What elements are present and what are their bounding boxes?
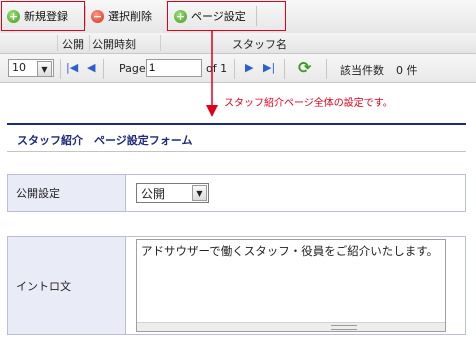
result-count-value: 0 件 xyxy=(396,64,418,77)
intro-textarea[interactable]: アドサウザーで働くスタッフ・役員をご紹介いたします。 xyxy=(136,239,446,332)
refresh-icon[interactable]: ⟳ xyxy=(298,58,311,77)
column-header-staff-name[interactable]: スタッフ名 xyxy=(232,36,287,52)
delete-icon: − xyxy=(91,9,104,23)
form-title: スタッフ紹介 ページ設定フォーム xyxy=(17,134,193,147)
page-size-value: 10 xyxy=(12,61,26,74)
pager-separator xyxy=(326,59,327,79)
pager-separator xyxy=(60,59,61,79)
form-header: スタッフ紹介 ページ設定フォーム xyxy=(7,123,466,152)
last-page-icon[interactable]: ▶| xyxy=(263,59,275,77)
intro-text-label: イントロ文 xyxy=(16,279,71,293)
toolbar-separator xyxy=(85,6,86,26)
publish-select[interactable]: 公開 ▼ xyxy=(136,183,209,203)
chevron-down-icon: ▼ xyxy=(37,61,52,77)
page-size-select[interactable]: 10 ▼ xyxy=(8,59,54,77)
column-header-publish[interactable]: 公開 xyxy=(62,36,84,52)
delete-selected-button[interactable]: − 選択削除 xyxy=(87,4,165,28)
annotation-arrow xyxy=(206,31,218,117)
column-header-publish-time[interactable]: 公開時刻 xyxy=(92,36,136,52)
page-settings-highlight xyxy=(167,1,286,31)
pager: 10 ▼ |◀ ◀ Page of 1 ▶ ▶| ⟳ 該当件数 0 件 xyxy=(0,54,476,83)
resize-grip-icon xyxy=(331,325,357,330)
page-label: Page xyxy=(119,62,146,75)
pager-separator xyxy=(103,59,104,79)
intro-text-label-cell: イントロ文 xyxy=(7,236,126,335)
chevron-down-icon: ▼ xyxy=(192,185,207,201)
grid-header: 公開 公開時刻 スタッフ名 xyxy=(0,33,476,54)
publish-setting-label: 公開設定 xyxy=(16,187,60,200)
publish-setting-label-cell: 公開設定 xyxy=(7,174,126,212)
intro-textarea-value: アドサウザーで働くスタッフ・役員をご紹介いたします。 xyxy=(141,244,439,258)
current-page-input[interactable] xyxy=(146,59,202,77)
next-page-icon[interactable]: ▶ xyxy=(245,59,253,77)
column-separator xyxy=(57,35,58,51)
new-button-highlight xyxy=(1,1,85,31)
pager-separator xyxy=(234,59,235,79)
annotation-text: スタッフ紹介ページ全体の設定です。 xyxy=(224,98,393,109)
delete-button-label: 選択削除 xyxy=(108,10,152,23)
pager-separator xyxy=(284,59,285,79)
result-count-label: 該当件数 xyxy=(340,64,384,77)
prev-page-icon[interactable]: ◀ xyxy=(87,59,95,77)
textarea-resize-bar[interactable] xyxy=(137,322,445,331)
first-page-icon[interactable]: |◀ xyxy=(66,59,78,77)
column-separator xyxy=(160,35,161,51)
publish-select-value: 公開 xyxy=(141,186,166,201)
column-separator xyxy=(89,35,90,51)
